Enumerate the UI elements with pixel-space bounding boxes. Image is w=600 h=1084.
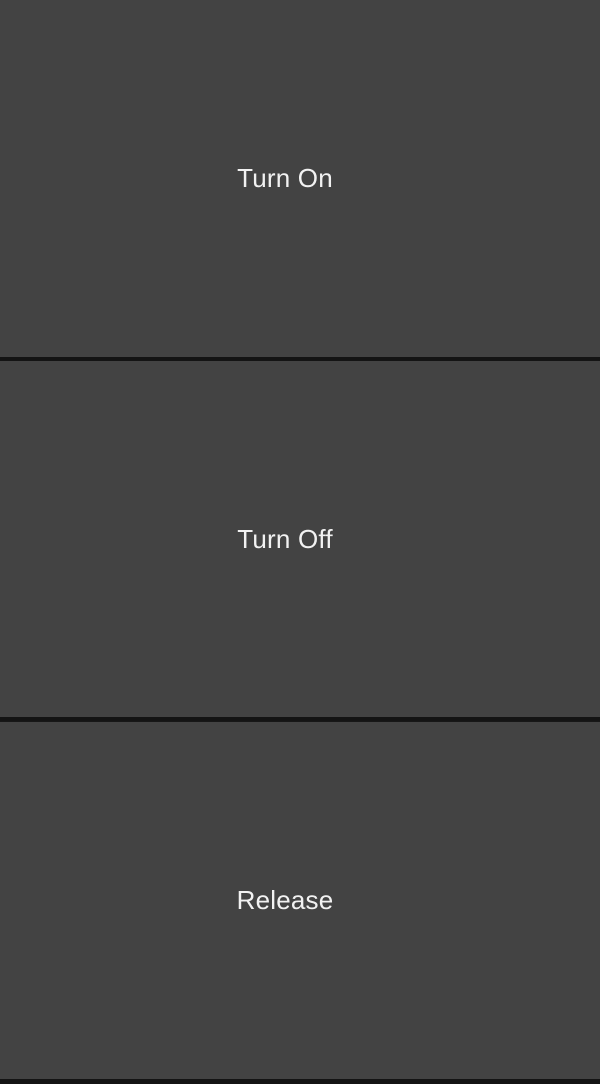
release-label: Release bbox=[236, 885, 334, 915]
turn-on-button[interactable]: Turn On bbox=[0, 0, 600, 357]
bottom-divider bbox=[0, 1079, 600, 1084]
turn-on-label: Turn On bbox=[237, 163, 333, 193]
divider bbox=[0, 717, 600, 721]
control-screen: Turn On Turn Off Release bbox=[0, 0, 600, 1084]
turn-off-label: Turn Off bbox=[237, 523, 333, 554]
release-button[interactable]: Release bbox=[0, 722, 600, 1079]
turn-off-button[interactable]: Turn Off bbox=[0, 361, 600, 717]
